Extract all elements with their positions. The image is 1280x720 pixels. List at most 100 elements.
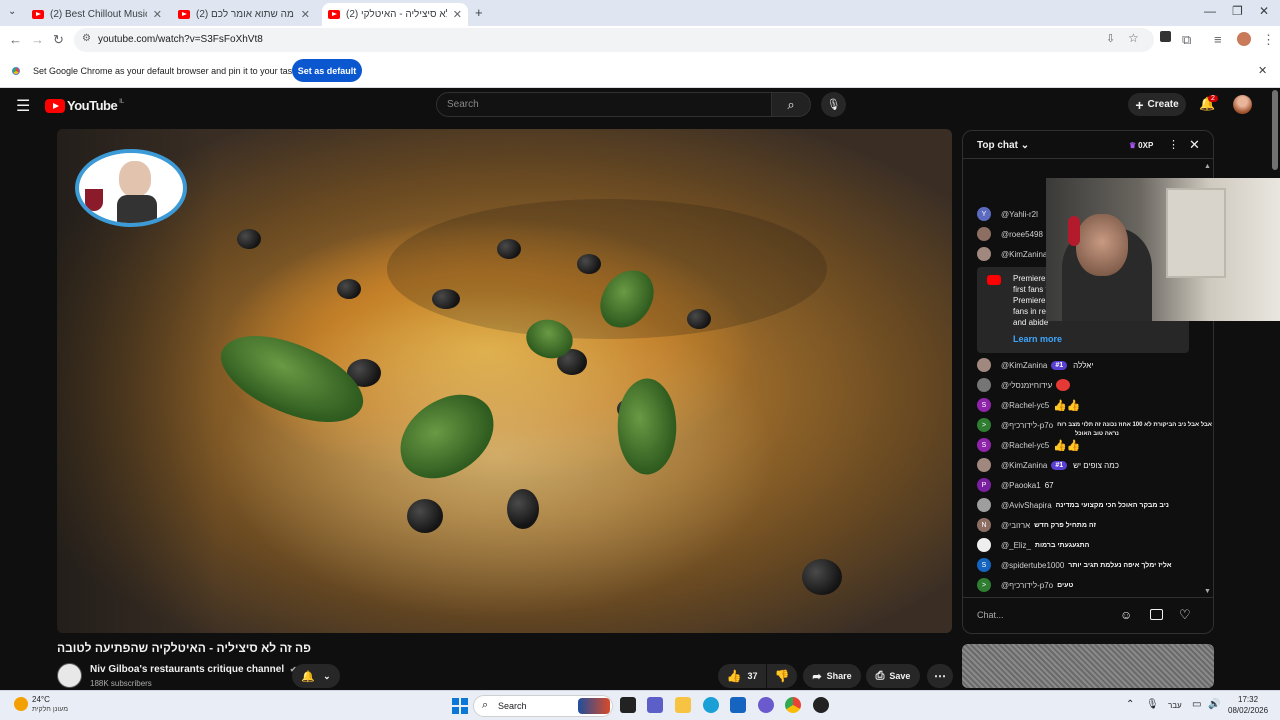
profile-avatar-icon[interactable]: [1237, 32, 1251, 46]
chat-author[interactable]: @לידורכיף-p7o: [1001, 421, 1053, 430]
chat-input[interactable]: Chat...: [977, 606, 1117, 626]
weather-icon[interactable]: [14, 697, 28, 711]
channel-avatar[interactable]: [57, 663, 82, 688]
dislike-button[interactable]: 👎: [767, 664, 797, 688]
thumbs-up-icon: 👍: [726, 669, 742, 683]
chat-author[interactable]: @AvivShapira: [1001, 501, 1052, 510]
show-hidden-icons-icon[interactable]: ⌃: [1126, 699, 1134, 710]
headphones-icon: [1068, 216, 1080, 246]
install-app-icon[interactable]: ⇩: [1106, 32, 1115, 45]
close-tab-icon[interactable]: ✕: [453, 8, 462, 21]
search-button[interactable]: ⌕: [771, 92, 811, 117]
new-tab-button[interactable]: +: [475, 5, 483, 20]
chat-author[interactable]: @Yahli-r2l: [1001, 210, 1038, 219]
chat-author[interactable]: @spidertube1000: [1001, 561, 1064, 570]
reload-icon[interactable]: ↻: [53, 32, 64, 48]
subscribed-notifications-button[interactable]: 🔔 ⌄: [292, 664, 340, 688]
chat-author[interactable]: @KimZanina: [1001, 250, 1047, 259]
volume-icon[interactable]: 🔊: [1208, 699, 1220, 710]
maximize-icon[interactable]: ❐: [1232, 4, 1243, 18]
chat-author[interactable]: @Paooka1: [1001, 481, 1041, 490]
channel-name[interactable]: Niv Gilboa's restaurants critique channe…: [90, 664, 297, 675]
chat-author[interactable]: @KimZanina: [1001, 461, 1047, 470]
minimize-icon[interactable]: —: [1204, 4, 1216, 18]
search-icon: ⌕: [482, 699, 489, 711]
olive: [507, 489, 539, 529]
forward-icon[interactable]: →: [31, 32, 44, 47]
close-tab-icon[interactable]: ✕: [153, 8, 162, 21]
media-controls-icon[interactable]: ≡: [1214, 32, 1222, 47]
microphone-tray-icon[interactable]: 🎙: [1146, 699, 1159, 710]
chat-menu-icon[interactable]: ⋮: [1168, 138, 1179, 151]
bookmark-star-icon[interactable]: ☆: [1128, 31, 1139, 45]
search-input[interactable]: Search: [436, 92, 772, 117]
file-explorer-icon[interactable]: [675, 697, 691, 713]
chat-author[interactable]: @Rachel-yc5: [1001, 441, 1049, 450]
video-player[interactable]: [57, 129, 952, 633]
scroll-up-arrow-icon[interactable]: ▲: [1204, 163, 1211, 170]
share-button[interactable]: ➦ Share: [803, 664, 861, 688]
task-view-icon[interactable]: [620, 697, 636, 713]
extension-icon[interactable]: [1160, 31, 1171, 42]
user-avatar[interactable]: [1233, 95, 1252, 114]
site-info-icon[interactable]: ⚙: [82, 33, 91, 44]
recording-app-icon[interactable]: [813, 697, 829, 713]
save-button[interactable]: ⎙ Save: [866, 664, 920, 688]
close-window-icon[interactable]: ✕: [1259, 4, 1269, 18]
close-banner-icon[interactable]: ✕: [1258, 64, 1267, 77]
chat-avatar: S: [977, 398, 991, 412]
like-button[interactable]: 👍 37: [718, 664, 766, 688]
chat-author[interactable]: @roee5498: [1001, 230, 1043, 239]
store-icon[interactable]: [730, 697, 746, 713]
chat-author[interactable]: @ארזובי: [1001, 521, 1030, 530]
windows-start-icon[interactable]: [452, 698, 468, 714]
super-chat-icon[interactable]: [1150, 609, 1163, 620]
voice-search-button[interactable]: 🎙: [821, 92, 846, 117]
tab-chillout-music[interactable]: (2) Best Chillout Music 🎆 LOUN ✕: [26, 3, 168, 26]
chat-author[interactable]: @Rachel-yc5: [1001, 401, 1049, 410]
taskbar-search[interactable]: ⌕ Search: [473, 695, 613, 717]
teams-icon[interactable]: [647, 697, 663, 713]
clock-date[interactable]: 08/02/2026: [1228, 706, 1268, 715]
chat-text: אליז ימלך איפה נעלמת תגיב יותר: [1068, 561, 1172, 569]
close-chat-icon[interactable]: ✕: [1189, 137, 1200, 153]
more-actions-button[interactable]: ⋯: [927, 664, 953, 688]
top-chat-dropdown[interactable]: Top chat ⌄: [977, 140, 1029, 151]
clock-time[interactable]: 17:32: [1238, 695, 1258, 704]
back-icon[interactable]: ←: [9, 32, 22, 47]
emoji-picker-icon[interactable]: ☺: [1120, 608, 1132, 622]
set-as-default-button[interactable]: Set as default: [292, 59, 362, 82]
crown-icon: ♛: [1129, 140, 1137, 150]
youtube-logo[interactable]: YouTube IL: [45, 98, 124, 113]
discord-icon[interactable]: [758, 697, 774, 713]
chat-author[interactable]: @עידוחיזמנסלי: [1001, 381, 1052, 390]
create-button[interactable]: + Create: [1128, 93, 1186, 116]
taskbar-search-label: Search: [498, 701, 527, 711]
chat-author[interactable]: @_Eliz_: [1001, 541, 1031, 550]
navigation-bar: ← → ↻ ⚙ youtube.com/watch?v=S3FsFoXhVt8 …: [0, 26, 1280, 54]
input-language-indicator[interactable]: עבר: [1168, 701, 1182, 710]
tab-current-video[interactable]: (2) פה זה לא סיציליה - האיטלקי ✕: [322, 3, 468, 26]
page-scrollbar[interactable]: [1272, 90, 1278, 170]
extensions-puzzle-icon[interactable]: ⧉: [1182, 32, 1191, 48]
xp-badge[interactable]: ♛ 0XP: [1126, 138, 1156, 152]
address-bar[interactable]: ⚙ youtube.com/watch?v=S3FsFoXhVt8 ⇩ ☆: [74, 28, 1154, 52]
close-tab-icon[interactable]: ✕: [301, 8, 310, 21]
emoji-sticker-icon: [1056, 379, 1071, 391]
chat-message: S @Rachel-yc5 👍👍: [977, 397, 1213, 413]
scroll-down-arrow-icon[interactable]: ▼: [1204, 588, 1211, 595]
chat-author[interactable]: @לידורכיף-p7o: [1001, 581, 1053, 590]
chat-avatar: S: [977, 438, 991, 452]
chat-author[interactable]: @KimZanina: [1001, 361, 1047, 370]
tab-second-video[interactable]: (2) תעשו כל מה שתוא אומר לכם ✕: [172, 3, 316, 26]
chrome-taskbar-icon[interactable]: [785, 697, 801, 713]
network-icon[interactable]: ▭: [1192, 699, 1201, 710]
learn-more-link[interactable]: Learn more: [1013, 334, 1062, 344]
heart-icon[interactable]: ♡: [1179, 607, 1191, 623]
bell-icon: 🔔: [301, 670, 316, 683]
tab-search-chevron-icon[interactable]: ⌄: [8, 6, 16, 17]
chrome-menu-icon[interactable]: ⋮: [1262, 32, 1275, 48]
hamburger-menu-icon[interactable]: ☰: [16, 96, 30, 116]
edge-icon[interactable]: [703, 697, 719, 713]
related-thumbnail[interactable]: [962, 644, 1214, 688]
